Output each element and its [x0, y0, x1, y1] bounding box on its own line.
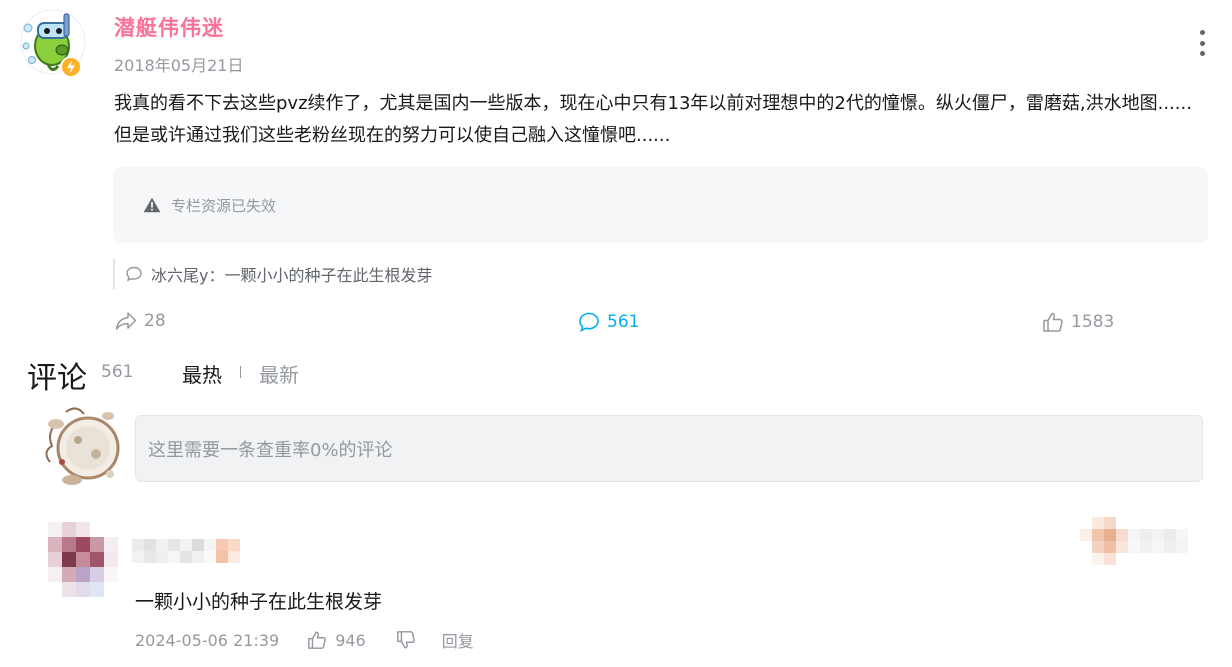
forward-button[interactable]: 28	[115, 311, 166, 331]
comment-bubble-icon	[579, 312, 599, 333]
post-text: 我真的看不下去这些pvz续作了，尤其是国内一些版本，现在心中只有13年以前对理想…	[114, 93, 1192, 146]
reply-pendant	[1080, 517, 1200, 565]
reply-avatar[interactable]	[48, 522, 118, 597]
more-icon[interactable]	[1192, 30, 1212, 56]
reply-username[interactable]	[132, 539, 240, 563]
comments-title: 评论	[27, 361, 87, 396]
forward-icon	[115, 312, 137, 330]
comment-input[interactable]: 这里需要一条查重率0%的评论	[135, 415, 1203, 482]
lightning-badge-icon	[60, 56, 82, 78]
comment-count: 561	[607, 312, 640, 332]
like-button[interactable]: 1583	[1042, 311, 1114, 333]
author-avatar[interactable]	[18, 8, 88, 80]
reply-meta: 2024-05-06 21:39 946 回复	[135, 628, 474, 652]
sort-hot-tab[interactable]: 最热	[182, 359, 222, 388]
sort-divider	[240, 366, 241, 378]
reply-text: 一颗小小的种子在此生根发芽	[135, 591, 383, 613]
post-date: 2018年05月21日	[114, 56, 244, 75]
top-reply-preview-text: 冰六尾y：一颗小小的种子在此生根发芽	[151, 266, 433, 285]
reply-time: 2024-05-06 21:39	[135, 630, 280, 650]
reply-like-count: 946	[335, 630, 366, 650]
comment-bubble-icon	[126, 266, 142, 282]
author-name[interactable]: 潜艇伟伟迷	[114, 12, 224, 42]
invalid-notice: 专栏资源已失效	[171, 196, 277, 215]
comment-button[interactable]: 561	[578, 311, 639, 333]
dislike-icon	[396, 631, 415, 649]
warning-icon	[143, 197, 161, 213]
forward-count: 28	[144, 311, 166, 331]
floral-frame-avatar-icon	[45, 407, 120, 485]
reply-button[interactable]: 回复	[442, 628, 474, 652]
like-icon	[308, 631, 327, 649]
reply-like-button[interactable]: 946	[307, 630, 366, 650]
like-count: 1583	[1071, 312, 1115, 332]
reply-dislike-button[interactable]	[396, 630, 416, 650]
like-icon	[1043, 312, 1063, 332]
sort-new-tab[interactable]: 最新	[259, 359, 299, 388]
comments-count: 561	[101, 362, 134, 382]
top-reply-preview[interactable]: 冰六尾y：一颗小小的种子在此生根发芽	[113, 259, 432, 289]
invalid-resource-card: 专栏资源已失效	[113, 167, 1208, 243]
my-avatar	[38, 402, 132, 488]
